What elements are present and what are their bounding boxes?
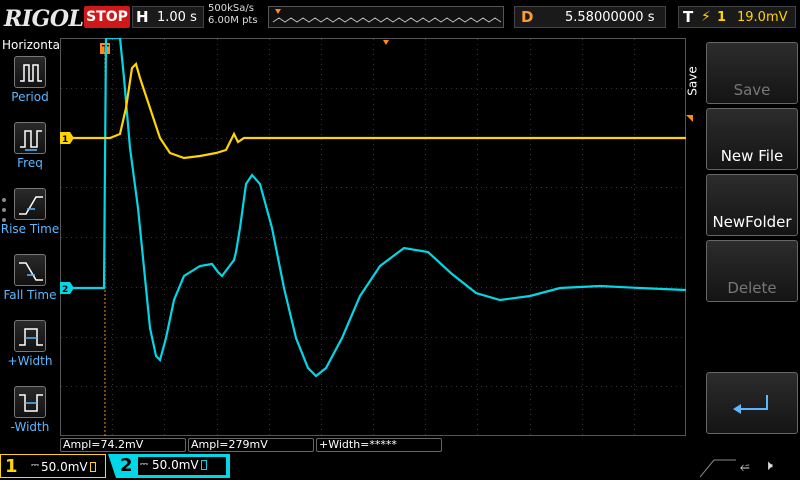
rise-time-icon [14,188,46,220]
ch2-impedance-icon [200,460,207,470]
ch1-level-marker: 1 [60,132,74,145]
measure-neg-width-button[interactable]: -Width [0,386,60,450]
measurement-bar: Ampl=74.2mV Ampl=279mV +Width=***** [60,438,688,452]
measure-pos-width-button[interactable]: +Width [0,320,60,384]
menu-tab-icon [700,459,736,478]
memory-waveform-preview [272,9,502,23]
return-icon [733,395,768,414]
delete-button[interactable]: Delete [706,240,798,302]
pos-width-icon [14,320,46,352]
trigger-label: T [683,8,694,26]
measure-freq-button[interactable]: Freq [0,122,60,186]
fall-time-label: Fall Time [3,288,57,302]
svg-text:2: 2 [62,285,68,295]
waveform-display[interactable]: T 1 2 [60,38,688,438]
save-button[interactable]: Save [706,42,798,104]
return-button[interactable] [706,372,798,434]
ch2-scale: 50.0mV [152,458,207,472]
brand-logo: RIGOL [4,6,84,32]
memory-depth: 6.00M pts [208,15,258,26]
ch2-number: 2 [120,455,133,476]
rising-edge-icon: ⚡ [701,9,711,25]
ch2-coupling-icon: ⎓ [140,459,148,470]
neg-width-icon [14,386,46,418]
svg-text:1: 1 [62,135,68,145]
speaker-muted-icon[interactable]: 🕨 [764,458,773,474]
ch2-status-box[interactable]: 2 ⎓ 50.0mV [108,454,230,478]
delay-box[interactable]: D 5.58000000 s [514,6,666,28]
measure-rise-time-button[interactable]: Rise Time [0,188,60,252]
ch1-impedance-icon [89,462,96,472]
measurement-pos-width[interactable]: +Width=***** [316,438,442,452]
ch1-waveform [60,61,686,160]
sample-rate: 500kSa/s [208,3,254,14]
menu-title: Save [685,66,700,96]
period-icon [14,56,46,88]
ch1-status-box[interactable]: 1 ⎓ 50.0mV [0,454,106,478]
measure-period-button[interactable]: Period [0,56,60,120]
new-file-button[interactable]: New File [706,108,798,170]
pos-width-label: +Width [7,354,53,368]
freq-label: Freq [17,156,43,170]
period-label: Period [11,90,49,104]
ch2-level-marker: 2 [60,282,74,295]
panel-title: Horizontal [2,38,64,52]
channel-status-bar: 1 ⎓ 50.0mV 2 ⎓ 50.0mV ⭁ 🕨 [0,452,800,480]
freq-icon [14,122,46,154]
horizontal-measure-panel: Horizontal Period Freq Rise Time Fall Ti… [0,38,64,458]
memory-position-strip[interactable] [268,6,504,28]
timebase-value: 1.00 s [157,10,197,25]
grid-lines [61,39,686,436]
measure-fall-time-button[interactable]: Fall Time [0,254,60,318]
trigger-box[interactable]: T ⚡ 1 19.0mV [678,6,796,28]
new-folder-button[interactable]: NewFolder [706,174,798,236]
acquisition-info: 500kSa/s 6.00M pts [208,3,258,27]
menu-pointer-icon [686,115,693,122]
measurement-ch1-ampl[interactable]: Ampl=74.2mV [60,438,186,452]
run-stop-indicator[interactable]: STOP [84,6,130,28]
waveform-canvas: T 1 2 [60,38,687,438]
rise-time-label: Rise Time [0,222,60,236]
ch1-scale: 50.0mV [41,460,96,474]
trigger-level: 19.0mV [737,10,788,25]
timebase-label: H [136,8,149,26]
ch2-waveform [60,38,687,378]
ch1-coupling-icon: ⎓ [31,460,39,471]
trigger-position-marker [275,9,281,14]
top-status-bar: RIGOL STOP H 1.00 s 500kSa/s 6.00M pts D… [0,0,800,38]
neg-width-label: -Width [10,420,50,434]
trigger-source: 1 [717,10,727,25]
timebase-box[interactable]: H 1.00 s [132,6,204,28]
usb-icon: ⭁ [740,460,750,474]
save-menu-panel: Save Save New File NewFolder Delete [685,38,800,438]
ch1-number: 1 [5,456,18,477]
measurement-ch2-ampl[interactable]: Ampl=279mV [188,438,314,452]
delay-label: D [521,8,534,26]
delay-value: 5.58000000 s [565,10,655,25]
trigger-position-arrow [383,40,389,45]
fall-time-icon [14,254,46,286]
